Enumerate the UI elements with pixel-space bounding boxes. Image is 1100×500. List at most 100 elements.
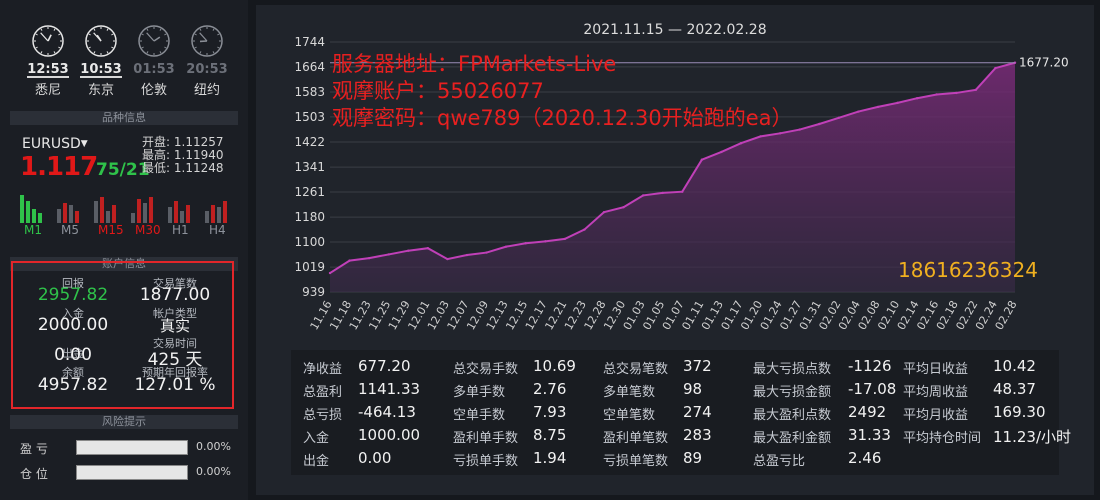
stat-label: 入金 (303, 431, 330, 446)
pos-label: 仓 位 (20, 467, 48, 481)
stat-label: 多单笔数 (603, 385, 656, 400)
stat-value: 2.46 (848, 449, 882, 467)
stat-label: 空单手数 (453, 408, 506, 423)
stat-label: 总亏损 (303, 408, 343, 423)
stat-value: 7.93 (533, 403, 567, 421)
product-section-title: 品种信息 (10, 111, 238, 125)
price-main: 1.117 (20, 152, 98, 182)
pl-value: 0.00% (196, 440, 231, 453)
overlay-line-password: 观摩密码：qwe789（2020.12.30开始跑的ea） (332, 106, 793, 130)
mini-bar (205, 211, 209, 223)
open-label: 开盘: (142, 135, 171, 149)
stat-value: 89 (683, 449, 703, 467)
stat-value: 31.33 (848, 426, 891, 444)
stat-label: 净收益 (303, 362, 343, 377)
timeframe-label-M15[interactable]: M15 (98, 223, 124, 237)
stat-value: 1.94 (533, 449, 567, 467)
stat-col5-0: 平均日收益 10.42 (903, 357, 1036, 377)
trades-value: 1877.00 (139, 285, 211, 305)
clock-2: 01:53 伦敦 (129, 24, 179, 98)
chart-title: 2021.11.15 — 2022.02.28 (583, 22, 767, 38)
stat-value: 10.42 (993, 357, 1036, 375)
mini-bar (223, 201, 227, 223)
stat-col2-1: 多单手数 2.76 (453, 380, 566, 400)
pos-value: 0.00% (196, 465, 231, 478)
clock-city: 纽约 (193, 83, 220, 98)
timeframe-label-H4[interactable]: H4 (209, 223, 226, 237)
balance-value: 4957.82 (37, 375, 109, 395)
clock-time: 01:53 (133, 62, 175, 77)
stat-col2-0: 总交易手数 10.69 (453, 357, 576, 377)
clock-face-icon (32, 25, 64, 57)
clock-time: 20:53 (186, 62, 228, 77)
pl-label: 盈 亏 (20, 442, 48, 456)
clock-city: 悉尼 (34, 83, 61, 98)
stat-label: 总交易手数 (453, 362, 519, 377)
return-value: 2957.82 (37, 285, 109, 305)
mini-bar (94, 201, 98, 223)
timeframe-bar-M30[interactable] (131, 193, 157, 223)
stat-col3-0: 总交易笔数 372 (603, 357, 712, 377)
pos-bar (76, 465, 188, 480)
stat-col3-3: 盈利单笔数 283 (603, 426, 712, 446)
mini-bar (174, 201, 178, 223)
symbol-label: EURUSD (22, 136, 81, 152)
risk-section-title: 风险提示 (10, 415, 238, 429)
stat-col4-4: 总盈亏比 2.46 (753, 449, 881, 469)
dropdown-arrow-icon: ▼ (80, 139, 88, 149)
stat-value: 677.20 (358, 357, 411, 375)
stat-label: 盈利单笔数 (603, 431, 669, 446)
stat-label: 最大亏损点数 (753, 362, 832, 377)
timeframe-bar-M1[interactable] (20, 193, 46, 223)
timeframe-bar-H1[interactable] (168, 193, 194, 223)
stat-label: 总盈利 (303, 385, 343, 400)
stat-label: 最大亏损金额 (753, 385, 832, 400)
stat-value: 48.37 (993, 380, 1036, 398)
overlay-line-account: 观摩账户：55026077 (332, 79, 544, 103)
stats-panel: 净收益 677.20 总盈利 1141.33 总亏损 -464.13 入金 1000.00 出金… (291, 350, 1071, 475)
stat-value: -17.08 (848, 380, 897, 398)
stat-col3-4: 亏损单笔数 89 (603, 449, 702, 469)
stat-col3-1: 多单笔数 98 (603, 380, 702, 400)
mini-bar (26, 201, 30, 223)
open-value: 1.11257 (173, 135, 224, 149)
stat-value: 1000.00 (358, 426, 421, 444)
stat-col4-2: 最大盈利点数 2492 (753, 403, 886, 423)
timeframe-bar-M15[interactable] (94, 193, 120, 223)
clock-city: 东京 (87, 83, 114, 98)
timeframe-bar-H4[interactable] (205, 193, 231, 223)
mini-bar (112, 205, 116, 223)
timeframe-label-M30[interactable]: M30 (135, 223, 161, 237)
timeframe-bar-M5[interactable] (57, 193, 83, 223)
stat-label: 出金 (303, 454, 330, 469)
stat-label: 亏损单笔数 (603, 454, 669, 469)
stat-value: 2.76 (533, 380, 567, 398)
clock-face-icon (85, 25, 117, 57)
timeframe-label-H1[interactable]: H1 (172, 223, 189, 237)
stat-value: -1126 (848, 357, 892, 375)
stat-label: 盈利单手数 (453, 431, 519, 446)
world-clocks: 12:53 悉尼 10:53 东京 01:53 伦敦 20:53 纽约 (24, 24, 234, 100)
timeframe-label-M5[interactable]: M5 (61, 223, 79, 237)
mini-bar (75, 211, 79, 223)
stat-label: 总交易笔数 (603, 362, 669, 377)
stat-label: 平均周收益 (903, 385, 969, 400)
symbol-selector[interactable]: EURUSD▼ (22, 136, 88, 152)
stat-value: 0.00 (358, 449, 392, 467)
mini-bar (168, 207, 172, 223)
overlay-text: 服务器地址：FPMarkets-Live 观摩账户：55026077 观摩密码：… (332, 51, 793, 132)
withdraw-value: 0.00 (54, 345, 92, 365)
low-value: 1.11248 (173, 161, 224, 175)
stat-value: 8.75 (533, 426, 567, 444)
mini-bar (57, 209, 61, 223)
stat-label: 最大盈利点数 (753, 408, 832, 423)
stat-label: 平均月收益 (903, 408, 969, 423)
high-value: 1.11940 (173, 148, 224, 162)
mini-bar (20, 195, 24, 223)
clock-1: 10:53 东京 (76, 24, 126, 98)
timeframe-label-M1[interactable]: M1 (24, 223, 42, 237)
mini-bar (106, 211, 110, 223)
mini-bar (186, 205, 190, 223)
pl-bar (76, 440, 188, 455)
stat-col2-2: 空单手数 7.93 (453, 403, 566, 423)
